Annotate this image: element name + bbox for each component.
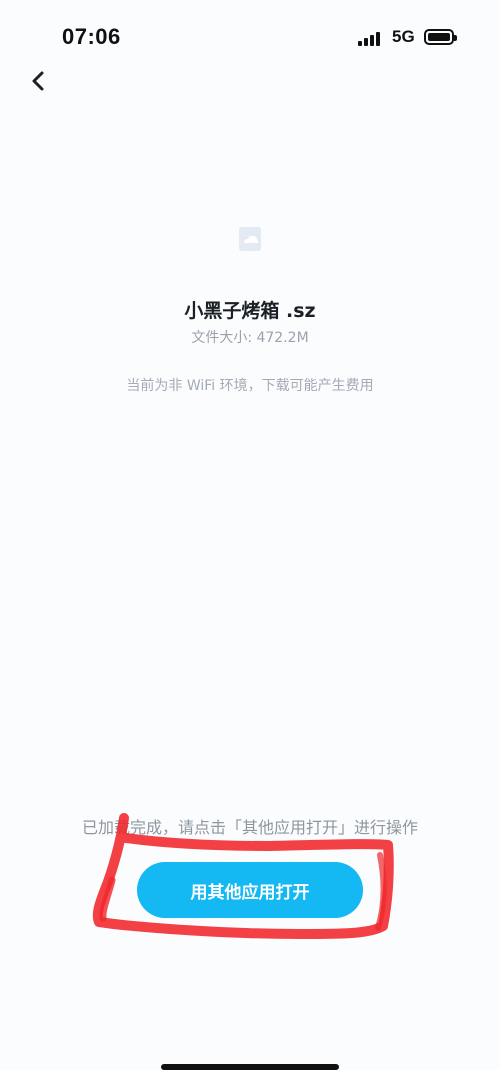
home-indicator: [161, 1064, 339, 1070]
loaded-hint: 已加载完成，请点击「其他应用打开」进行操作: [81, 818, 418, 837]
status-time: 07:06: [62, 24, 121, 49]
network-type: 5G: [392, 27, 415, 46]
status-bar: 07:06 5G: [0, 0, 500, 70]
file-size: 文件大小: 472.2M: [191, 330, 309, 346]
signal-icon: [358, 30, 386, 46]
battery-icon: [424, 29, 457, 45]
file-name: 小黑子烤箱 .sz: [184, 300, 316, 322]
back-button[interactable]: [26, 66, 54, 96]
network-warning: 当前为非 WiFi 环境，下载可能产生费用: [126, 378, 374, 394]
cloud-file-icon: [238, 226, 264, 252]
chevron-left-icon: [32, 71, 44, 91]
open-with-other-app-button[interactable]: 用其他应用打开: [137, 862, 363, 918]
